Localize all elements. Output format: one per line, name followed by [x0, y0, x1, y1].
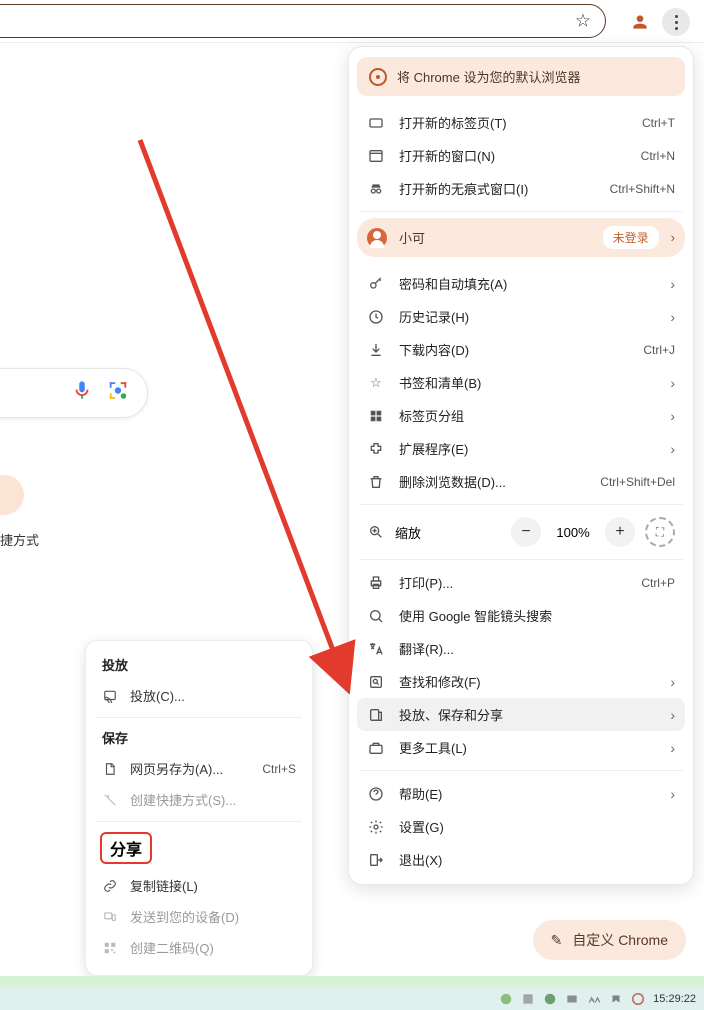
default-browser-text: 将 Chrome 设为您的默认浏览器 — [397, 67, 580, 86]
zoom-icon — [367, 523, 385, 541]
menu-downloads[interactable]: 下载内容(D) Ctrl+J — [357, 333, 685, 366]
help-icon — [367, 785, 385, 803]
submenu-create-shortcut: 创建快捷方式(S)... — [94, 784, 304, 815]
menu-extensions[interactable]: 扩展程序(E) › — [357, 432, 685, 465]
grid-icon — [367, 407, 385, 425]
menu-find-edit[interactable]: 查找和修改(F) › — [357, 665, 685, 698]
search-box[interactable] — [0, 368, 148, 418]
taskbar-clock[interactable]: 15:29:22 — [653, 993, 696, 1005]
print-icon — [367, 574, 385, 592]
person-icon — [367, 228, 387, 248]
chevron-right-icon: › — [670, 375, 675, 391]
star-icon: ☆ — [367, 374, 385, 392]
incognito-icon — [367, 180, 385, 198]
cast-save-share-submenu: 投放 投放(C)... 保存 网页另存为(A)... Ctrl+S 创建快捷方式… — [85, 640, 313, 976]
tray-icon[interactable] — [499, 992, 513, 1006]
signin-badge: 未登录 — [603, 226, 659, 249]
menu-print[interactable]: 打印(P)... Ctrl+P — [357, 566, 685, 599]
chevron-right-icon: › — [670, 408, 675, 424]
menu-settings[interactable]: 设置(G) — [357, 810, 685, 843]
tray-icon[interactable] — [631, 992, 645, 1006]
menu-passwords[interactable]: 密码和自动填充(A) › — [357, 267, 685, 300]
submenu-header-save: 保存 — [94, 724, 304, 753]
menu-history[interactable]: 历史记录(H) › — [357, 300, 685, 333]
chevron-right-icon: › — [670, 786, 675, 802]
fullscreen-button[interactable]: ⛶ — [645, 517, 675, 547]
profile-row[interactable]: 小可 未登录 › — [357, 218, 685, 257]
cast-icon — [102, 688, 118, 704]
chevron-right-icon: › — [670, 309, 675, 325]
submenu-copy-link[interactable]: 复制链接(L) — [94, 870, 304, 901]
submenu-save-as[interactable]: 网页另存为(A)... Ctrl+S — [94, 753, 304, 784]
history-icon — [367, 308, 385, 326]
submenu-qr-code: 创建二维码(Q) — [94, 932, 304, 963]
tray-icon[interactable] — [587, 992, 601, 1006]
find-icon — [367, 673, 385, 691]
zoom-in-button[interactable]: + — [605, 517, 635, 547]
pencil-icon: ✎ — [551, 932, 563, 949]
menu-help[interactable]: 帮助(E) › — [357, 777, 685, 810]
menu-cast-save-share[interactable]: 投放、保存和分享 › — [357, 698, 685, 731]
tray-icon[interactable] — [543, 992, 557, 1006]
submenu-send-to-device: 发送到您的设备(D) — [94, 901, 304, 932]
link-icon — [102, 878, 118, 894]
menu-translate[interactable]: 翻译(R)... — [357, 632, 685, 665]
chevron-right-icon: › — [670, 674, 675, 690]
menu-new-tab[interactable]: 打开新的标签页(T) Ctrl+T — [357, 106, 685, 139]
chevron-right-icon: › — [671, 230, 675, 245]
chevron-right-icon: › — [670, 707, 675, 723]
chrome-main-menu: 将 Chrome 设为您的默认浏览器 打开新的标签页(T) Ctrl+T 打开新… — [348, 46, 694, 885]
submenu-header-share: 分享 — [100, 832, 152, 864]
devices-icon — [102, 909, 118, 925]
menu-lens-search[interactable]: 使用 Google 智能镜头搜索 — [357, 599, 685, 632]
chrome-menu-button[interactable] — [662, 8, 690, 36]
profile-avatar-icon[interactable] — [630, 12, 650, 32]
toolbox-icon — [367, 739, 385, 757]
chevron-right-icon: › — [670, 740, 675, 756]
trash-icon — [367, 473, 385, 491]
address-bar[interactable]: ☆ — [0, 4, 606, 38]
menu-clear-data[interactable]: 删除浏览数据(D)... Ctrl+Shift+Del — [357, 465, 685, 498]
shortcut-blob-label: 捷方式 — [0, 530, 39, 549]
star-icon[interactable]: ☆ — [575, 11, 591, 32]
key-icon — [367, 275, 385, 293]
window-icon — [367, 147, 385, 165]
default-browser-banner[interactable]: 将 Chrome 设为您的默认浏览器 — [357, 57, 685, 96]
share-icon — [367, 706, 385, 724]
chrome-icon — [369, 68, 387, 86]
menu-exit[interactable]: 退出(X) — [357, 843, 685, 876]
customize-chrome-button[interactable]: ✎ 自定义 Chrome — [533, 920, 686, 960]
voice-search-icon[interactable] — [71, 380, 93, 407]
menu-new-window[interactable]: 打开新的窗口(N) Ctrl+N — [357, 139, 685, 172]
menu-bookmarks[interactable]: ☆ 书签和清单(B) › — [357, 366, 685, 399]
download-icon — [367, 341, 385, 359]
lens-icon — [367, 607, 385, 625]
menu-more-tools[interactable]: 更多工具(L) › — [357, 731, 685, 764]
submenu-header-cast: 投放 — [94, 651, 304, 680]
gear-icon — [367, 818, 385, 836]
tray-icon[interactable] — [565, 992, 579, 1006]
puzzle-icon — [367, 440, 385, 458]
zoom-value: 100% — [551, 525, 595, 540]
shortcut-blob — [0, 475, 24, 515]
submenu-cast[interactable]: 投放(C)... — [94, 680, 304, 711]
zoom-out-button[interactable]: − — [511, 517, 541, 547]
chevron-right-icon: › — [670, 441, 675, 457]
taskbar[interactable]: 15:29:22 — [0, 988, 704, 1010]
google-lens-icon[interactable] — [107, 380, 129, 407]
tab-icon — [367, 114, 385, 132]
exit-icon — [367, 851, 385, 869]
save-page-icon — [102, 761, 118, 777]
menu-tab-groups[interactable]: 标签页分组 › — [357, 399, 685, 432]
menu-new-incognito[interactable]: 打开新的无痕式窗口(I) Ctrl+Shift+N — [357, 172, 685, 205]
qr-icon — [102, 940, 118, 956]
translate-icon — [367, 640, 385, 658]
tray-icon[interactable] — [521, 992, 535, 1006]
desktop-strip — [0, 976, 704, 988]
chevron-right-icon: › — [670, 276, 675, 292]
tray-icon[interactable] — [609, 992, 623, 1006]
menu-zoom: 缩放 − 100% + ⛶ — [357, 511, 685, 553]
shortcut-icon — [102, 792, 118, 808]
